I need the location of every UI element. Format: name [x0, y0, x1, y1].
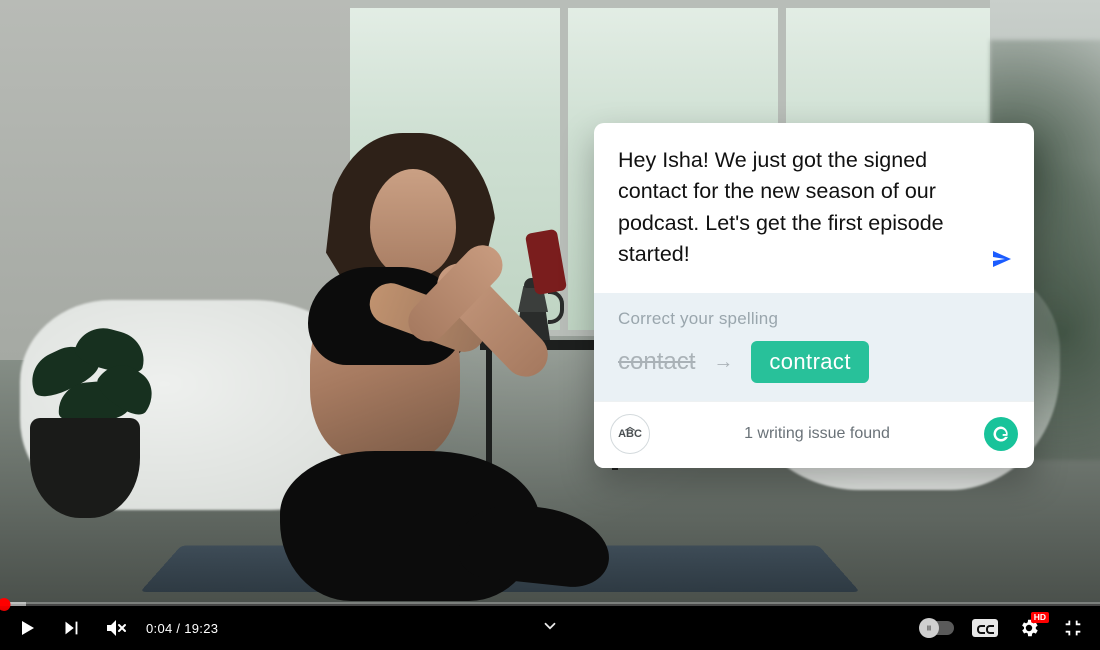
captions-button[interactable] — [972, 619, 998, 637]
mute-button[interactable] — [102, 615, 128, 641]
next-button[interactable] — [58, 615, 84, 641]
exit-fullscreen-button[interactable] — [1060, 615, 1086, 641]
play-button[interactable] — [14, 615, 40, 641]
pause-icon — [924, 623, 934, 633]
abc-toggle-button[interactable]: ︿ ABC — [610, 414, 650, 454]
play-icon — [15, 616, 39, 640]
time-display: 0:04 / 19:23 — [146, 621, 218, 636]
grammarly-icon — [991, 424, 1011, 444]
apply-correction-button[interactable]: contract — [751, 341, 868, 383]
next-icon — [60, 617, 82, 639]
video-frame[interactable]: Hey Isha! We just got the signed contact… — [0, 0, 1100, 604]
volume-muted-icon — [103, 616, 127, 640]
autoplay-toggle[interactable] — [920, 621, 954, 635]
wrong-word: contact — [618, 348, 695, 376]
chapters-toggle[interactable] — [541, 617, 559, 638]
send-icon — [990, 247, 1014, 271]
suggestion-title: Correct your spelling — [618, 309, 1010, 329]
player-controls: 0:04 / 19:23 HD — [0, 606, 1100, 650]
quality-badge: HD — [1031, 612, 1049, 623]
chevron-up-icon: ︿ — [625, 418, 635, 433]
compose-box[interactable]: Hey Isha! We just got the signed contact… — [594, 123, 1034, 293]
send-button[interactable] — [988, 245, 1016, 273]
grammarly-overlay-card: Hey Isha! We just got the signed contact… — [594, 123, 1034, 468]
exit-fullscreen-icon — [1062, 617, 1084, 639]
suggestion-panel: Correct your spelling contact → contract — [594, 293, 1034, 401]
arrow-right-icon: → — [713, 352, 733, 372]
grammarly-logo-button[interactable] — [984, 417, 1018, 451]
issues-found-text: 1 writing issue found — [744, 425, 890, 443]
video-player: Hey Isha! We just got the signed contact… — [0, 0, 1100, 650]
settings-button[interactable]: HD — [1016, 615, 1042, 641]
compose-text: Hey Isha! We just got the signed contact… — [618, 148, 944, 266]
overlay-status-bar: ︿ ABC 1 writing issue found — [594, 401, 1034, 468]
chevron-down-icon — [541, 617, 559, 635]
